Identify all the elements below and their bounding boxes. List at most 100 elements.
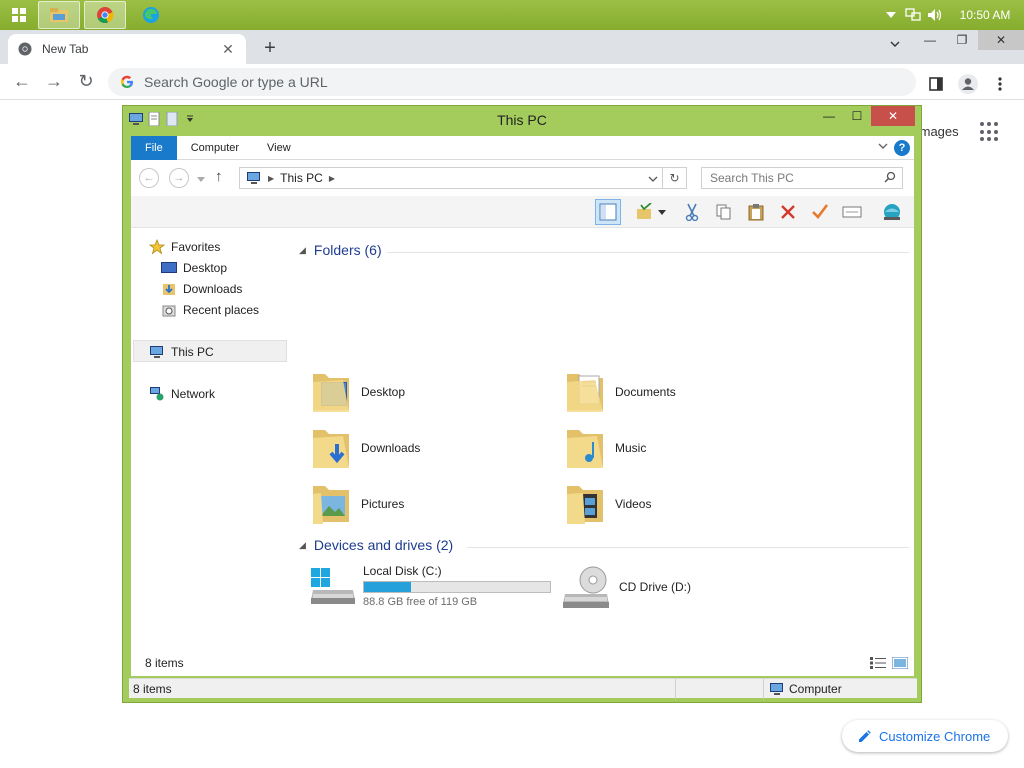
copy-icon[interactable] (711, 199, 737, 225)
group-title: Folders (6) (313, 242, 382, 258)
explorer-titlebar[interactable]: This PC — ☐ ✕ (123, 106, 921, 132)
breadcrumb-this-pc[interactable]: This PC (280, 171, 323, 185)
start-button[interactable] (0, 0, 38, 30)
drive-item-c[interactable]: Local Disk (C:) 88.8 GB free of 119 GB (309, 564, 551, 608)
forward-nav-icon[interactable]: → (169, 168, 189, 188)
reload-icon[interactable]: ↻ (70, 66, 102, 98)
folder-label: Documents (615, 385, 676, 399)
explorer-minimize-icon[interactable]: — (815, 106, 843, 126)
nav-item-desktop[interactable]: Desktop (161, 261, 227, 275)
nav-label: Recent places (183, 303, 260, 317)
drive-item-d[interactable]: CD Drive (D:) (561, 564, 691, 610)
folder-item-music[interactable]: Music (563, 424, 646, 472)
nav-label: Favorites (171, 240, 221, 254)
ribbon-tab-view[interactable]: View (253, 136, 305, 160)
folder-label: Desktop (361, 385, 406, 399)
profile-avatar-icon[interactable] (952, 68, 984, 100)
drive-name: Local Disk (C:) (363, 564, 442, 578)
preview-pane-icon[interactable] (595, 199, 621, 225)
side-panel-icon[interactable] (920, 68, 952, 100)
chrome-icon (97, 7, 114, 24)
large-icons-view-icon[interactable] (891, 656, 909, 670)
address-field[interactable]: ▶ This PC ▶ (239, 167, 663, 189)
help-icon[interactable]: ? (894, 140, 910, 156)
pictures-folder-icon (313, 486, 349, 524)
desktop-icon (161, 261, 177, 275)
folder-item-documents[interactable]: Documents (563, 368, 676, 416)
ntp-images-link[interactable]: Images (916, 124, 959, 139)
search-icon[interactable] (884, 171, 896, 186)
volume-tray-icon[interactable] (924, 0, 946, 30)
downloads-icon (161, 282, 177, 296)
rename-icon[interactable] (839, 199, 865, 225)
forward-arrow-icon[interactable]: → (38, 66, 70, 98)
nav-item-favorites[interactable]: Favorites (149, 239, 221, 255)
globe-icon[interactable] (879, 199, 905, 225)
google-apps-icon[interactable] (980, 122, 1000, 142)
address-history-chevron-icon[interactable] (648, 171, 658, 185)
explorer-window-controls: — ☐ ✕ (815, 106, 915, 126)
ribbon-tab-file[interactable]: File (131, 135, 177, 160)
explorer-maximize-icon[interactable]: ☐ (843, 106, 871, 126)
nav-item-downloads[interactable]: Downloads (161, 282, 242, 296)
explorer-close-icon[interactable]: ✕ (871, 106, 915, 126)
omnibox-placeholder: Search Google or type a URL (144, 74, 328, 90)
select-folder-icon[interactable] (631, 199, 657, 225)
music-folder-icon (567, 430, 603, 468)
collapse-triangle-icon[interactable]: ◢ (299, 540, 306, 551)
refresh-icon[interactable]: ↻ (663, 167, 687, 189)
nav-label: Downloads (183, 282, 243, 296)
taskbar-edge[interactable] (130, 1, 172, 29)
status-bar: 8 items Computer (129, 678, 917, 699)
cut-icon[interactable] (679, 199, 705, 225)
nav-item-recent-places[interactable]: Recent places (161, 303, 259, 317)
restore-icon[interactable]: ❐ (946, 30, 978, 50)
tab-close-icon[interactable]: ✕ (220, 41, 236, 57)
local-disk-icon (311, 568, 355, 604)
recent-locations-chevron-icon[interactable] (197, 172, 205, 186)
status-items-count: 8 items (133, 682, 172, 696)
close-window-icon[interactable]: ✕ (978, 30, 1024, 50)
customize-label: Customize Chrome (879, 728, 991, 744)
search-box[interactable]: Search This PC (701, 167, 903, 189)
expand-ribbon-chevron-icon[interactable] (878, 140, 888, 152)
paste-icon[interactable] (743, 199, 769, 225)
network-tray-icon[interactable] (902, 0, 924, 30)
taskbar-chrome[interactable] (84, 1, 126, 29)
cmd-dropdown-icon[interactable] (655, 199, 669, 225)
tray-chevron-up-icon[interactable] (880, 0, 902, 30)
group-header-folders[interactable]: ◢ Folders (6) (299, 242, 382, 258)
folder-item-videos[interactable]: Videos (563, 480, 651, 528)
up-arrow-icon[interactable]: ↑ (215, 168, 223, 185)
back-nav-icon[interactable]: ← (139, 168, 159, 188)
folder-item-downloads[interactable]: Downloads (309, 424, 420, 472)
customize-chrome-button[interactable]: Customize Chrome (842, 720, 1008, 752)
nav-item-this-pc[interactable]: This PC (149, 345, 214, 359)
tab-new-tab[interactable]: New Tab ✕ (8, 34, 246, 64)
tab-title: New Tab (42, 42, 89, 56)
collapse-triangle-icon[interactable]: ◢ (299, 245, 306, 256)
drive-usage-bar (363, 581, 551, 593)
new-tab-button[interactable]: + (258, 36, 282, 60)
omnibox[interactable]: Search Google or type a URL (108, 68, 916, 96)
clock[interactable]: 10:50 AM (946, 8, 1024, 22)
pencil-icon (859, 729, 871, 742)
status-divider (675, 679, 676, 699)
system-tray: 10:50 AM (880, 0, 1024, 30)
minimize-icon[interactable]: — (914, 30, 946, 50)
folder-item-desktop[interactable]: Desktop (309, 368, 405, 416)
back-arrow-icon[interactable]: ← (6, 66, 38, 98)
checkmark-icon[interactable] (807, 199, 833, 225)
ribbon: File Computer View ? (131, 135, 914, 160)
delete-icon[interactable] (775, 199, 801, 225)
taskbar-file-explorer[interactable] (38, 1, 80, 29)
breadcrumb-chevron-icon[interactable]: ▶ (329, 174, 335, 183)
group-header-devices[interactable]: ◢ Devices and drives (2) (299, 537, 453, 553)
details-view-icon[interactable] (870, 657, 886, 669)
ribbon-tab-computer[interactable]: Computer (177, 136, 253, 160)
nav-item-network[interactable]: Network (149, 387, 215, 401)
chrome-menu-icon[interactable] (984, 68, 1016, 100)
breadcrumb-separator-icon[interactable]: ▶ (268, 174, 274, 183)
tab-search-icon[interactable] (890, 36, 914, 50)
folder-item-pictures[interactable]: Pictures (309, 480, 404, 528)
